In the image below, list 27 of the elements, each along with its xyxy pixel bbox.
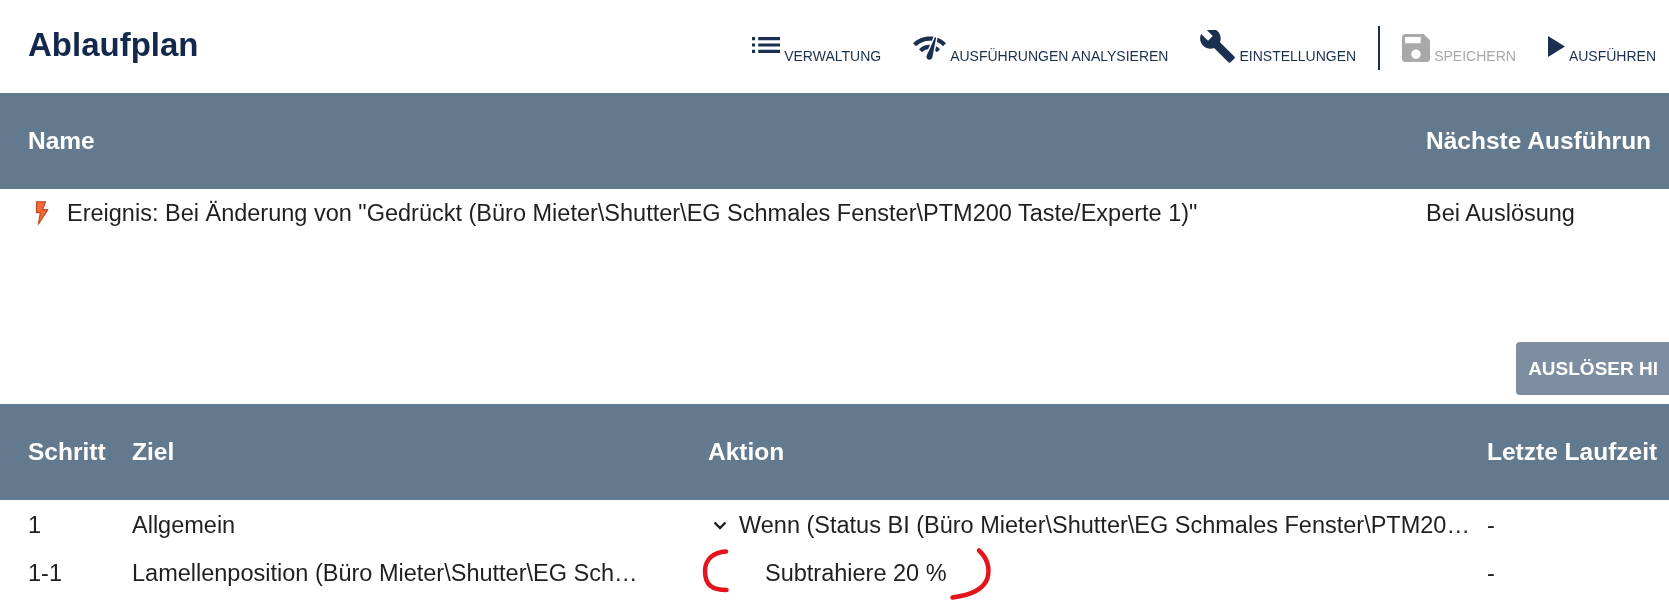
wrench-icon bbox=[1200, 29, 1236, 63]
table-cell: Lamellenposition (Büro Mieter\Shutter\EG Sch… bbox=[132, 559, 638, 587]
table-cell: Allgemein bbox=[132, 511, 236, 539]
analyze-button[interactable]: AUSFÜHRUNGEN ANALYSIEREN bbox=[913, 29, 1169, 66]
manage-button[interactable]: VERWALTUNG bbox=[752, 29, 882, 66]
trigger-name: Ereignis: Bei Änderung von "Gedrückt (Büro Mieter\Shutter\EG Schmales Fenster\PTM200 Taste/Experte 1)" bbox=[67, 199, 1198, 227]
lightning-icon bbox=[35, 201, 49, 225]
table-cell: Wenn (Status BI (Büro Mieter\Shutter\EG Schmales Fenster\PTM20… bbox=[739, 511, 1470, 538]
chevron-down-icon[interactable] bbox=[713, 520, 727, 530]
run-button[interactable]: AUSFÜHREN bbox=[1547, 29, 1656, 66]
column-header: Aktion bbox=[708, 438, 785, 466]
column-header: Schritt bbox=[28, 438, 106, 466]
table-cell: Subtrahiere 20 % bbox=[765, 559, 947, 586]
list-icon bbox=[752, 36, 781, 53]
table-cell: - bbox=[1487, 559, 1495, 587]
table-cell: 1-1 bbox=[28, 559, 62, 587]
column-header: Letzte Laufzeit bbox=[1487, 438, 1658, 466]
play-icon bbox=[1547, 35, 1565, 57]
column-header: Name bbox=[28, 127, 95, 155]
gauge-icon bbox=[913, 35, 947, 60]
table-cell: Bei Auslösung bbox=[1426, 199, 1575, 227]
table-cell: 1 bbox=[28, 511, 42, 539]
settings-button[interactable]: EINSTELLUNGEN bbox=[1200, 29, 1357, 66]
page-title: Ablaufplan bbox=[28, 24, 199, 65]
table-cell: - bbox=[1487, 511, 1495, 539]
column-header: Ziel bbox=[132, 438, 175, 466]
column-header: Nächste Ausführun bbox=[1426, 127, 1652, 155]
